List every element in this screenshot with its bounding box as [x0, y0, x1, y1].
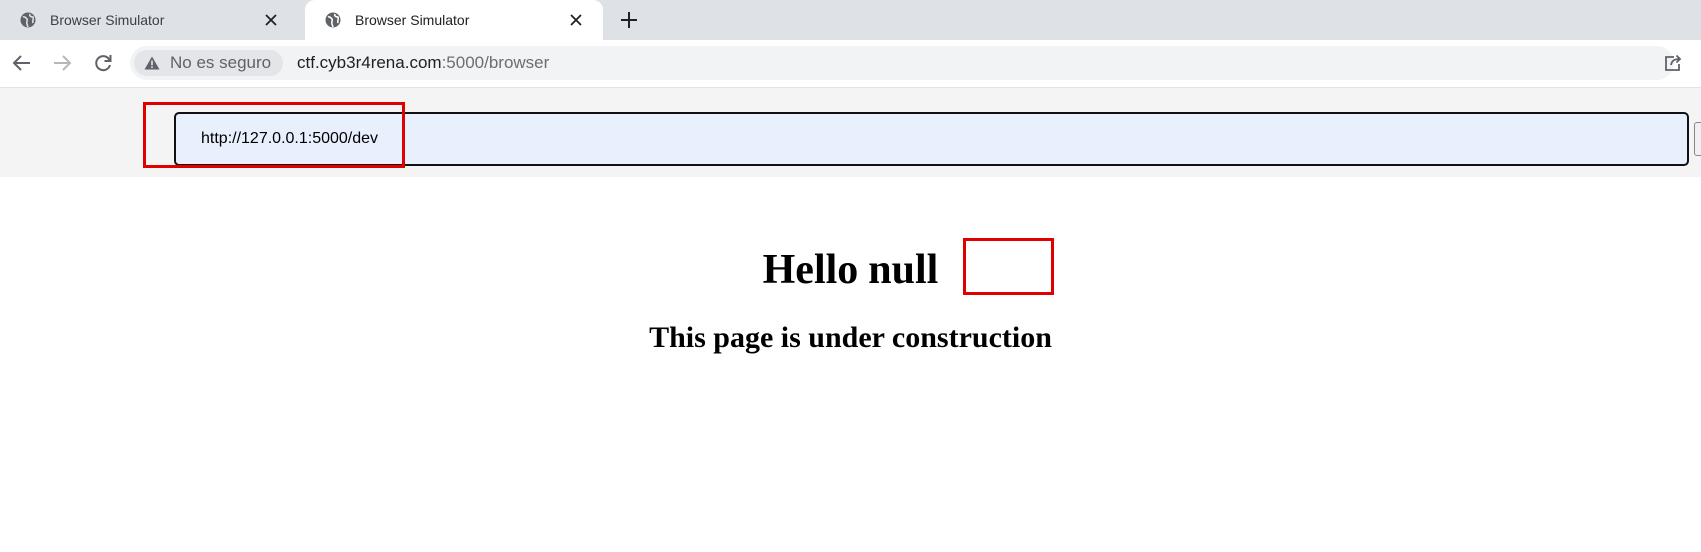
forward-arrow-icon[interactable] [51, 52, 73, 74]
greeting-text: Hello [762, 247, 859, 293]
reload-icon[interactable] [92, 52, 114, 74]
close-icon[interactable] [569, 13, 583, 27]
username-value: null [868, 247, 939, 293]
url-host: ctf.cyb3r4rena.com [297, 53, 442, 72]
browser-toolbar: No es seguro ctf.cyb3r4rena.com:5000/bro… [0, 40, 1701, 88]
globe-icon [20, 12, 36, 28]
go-button[interactable] [1694, 122, 1701, 156]
security-chip[interactable]: No es seguro [134, 50, 284, 76]
tab-browser-simulator-1[interactable]: Browser Simulator [0, 0, 298, 40]
simulator-url-input[interactable] [174, 112, 1689, 166]
url-path: :5000/browser [441, 53, 550, 72]
close-icon[interactable] [264, 13, 278, 27]
tab-title: Browser Simulator [50, 12, 165, 28]
security-label: No es seguro [170, 53, 272, 72]
address-url[interactable]: ctf.cyb3r4rena.com:5000/browser [297, 53, 549, 73]
tab-browser-simulator-2[interactable]: Browser Simulator [305, 0, 603, 40]
globe-icon [325, 12, 341, 28]
share-icon[interactable] [1663, 53, 1683, 73]
simulator-bar [0, 88, 1701, 177]
page-subtitle: This page is under construction [649, 321, 1052, 354]
page-heading: Hello null [0, 245, 1701, 295]
address-bar[interactable]: No es seguro ctf.cyb3r4rena.com:5000/bro… [130, 46, 1674, 80]
warning-icon [144, 56, 160, 70]
back-arrow-icon[interactable] [11, 52, 33, 74]
tab-strip: Browser Simulator Browser Simulator [0, 0, 1701, 40]
tab-title: Browser Simulator [355, 12, 470, 28]
new-tab-button[interactable] [620, 11, 638, 29]
